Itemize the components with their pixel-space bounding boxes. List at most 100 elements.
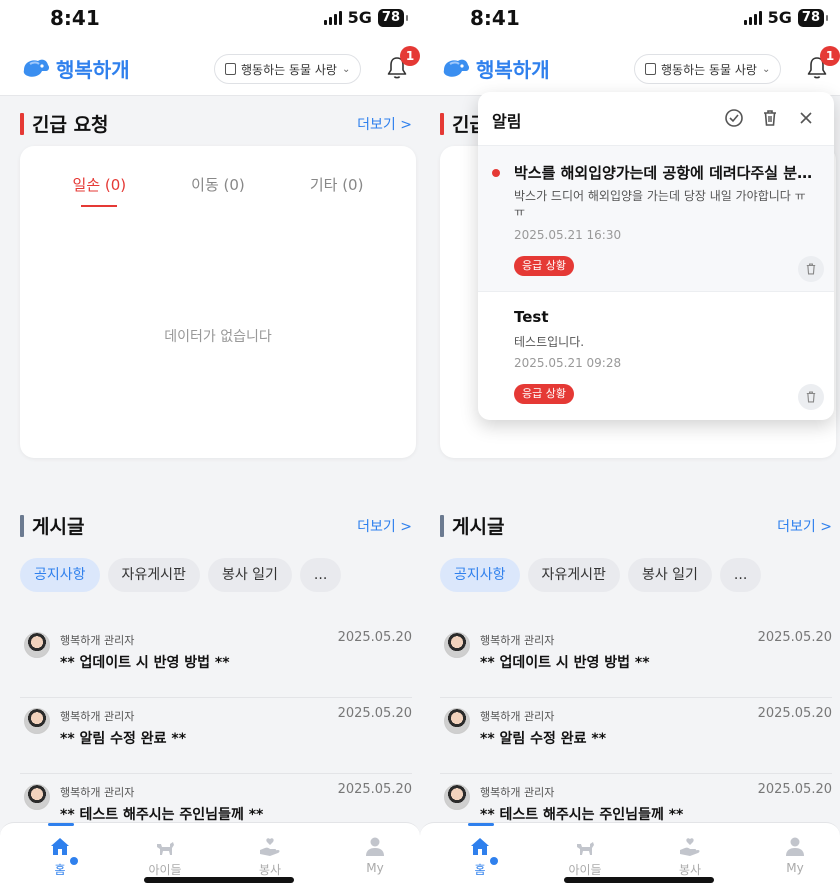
organization-select[interactable]: 행동하는 동물 사랑 ⌄ — [214, 54, 362, 84]
posts-title-text: 게시글 — [452, 516, 505, 538]
delete-notification-button[interactable] — [798, 256, 824, 282]
tab-labor[interactable]: 일손 (0) — [73, 174, 127, 207]
post-title: ** 테스트 해주시는 주인님들께 ** — [60, 807, 264, 823]
delete-notification-button[interactable] — [798, 384, 824, 410]
posts-section-title: 게시글 — [440, 512, 504, 539]
close-icon — [800, 112, 812, 124]
post-author: 행복하개 관리자 — [60, 786, 135, 799]
chip-free-board[interactable]: 자유게시판 — [107, 558, 200, 592]
close-panel-button[interactable] — [796, 108, 816, 128]
dog-icon — [157, 842, 174, 855]
notification-item[interactable]: 박스를 해외입양가는데 공항에 데려다주실 분이 계신가요 박스가 드디어 해외… — [478, 146, 834, 292]
nav-my-label: My — [366, 861, 384, 875]
status-bar: 8:41 5G 78 — [0, 0, 420, 40]
screens: 8:41 5G 78 행복하개 행동하는 동물 사랑 ⌄ 1 긴급 요청 더보기… — [0, 0, 840, 891]
section-marker — [440, 112, 444, 135]
posts-more-link[interactable]: 더보기 > — [357, 516, 412, 536]
tab-other[interactable]: 기타 (0) — [310, 174, 364, 207]
chip-more[interactable]: ... — [299, 558, 342, 592]
emergency-tag: 응급 상황 — [514, 256, 574, 276]
dog-logo-icon — [23, 59, 50, 77]
nav-active-indicator — [48, 823, 74, 826]
empty-state-text: 데이터가 없습니다 — [164, 329, 272, 345]
person-icon — [786, 837, 804, 856]
notification-time: 2025.05.21 09:28 — [514, 356, 622, 370]
organization-select-label: 행동하는 동물 사랑 — [661, 62, 757, 77]
trash-icon — [764, 110, 776, 126]
battery-icon: 78 — [797, 8, 829, 27]
nav-home[interactable]: 홈 — [20, 835, 100, 878]
nav-my[interactable]: My — [335, 835, 415, 875]
post-category-chips: 공지사항 자유게시판 봉사 일기 ... — [20, 558, 342, 592]
avatar — [24, 784, 50, 810]
emergency-section-title: 긴급 요청 — [20, 110, 109, 137]
chip-free-board[interactable]: 자유게시판 — [527, 558, 620, 592]
nav-home[interactable]: 홈 — [440, 835, 520, 878]
home-icon — [51, 838, 69, 855]
nav-my[interactable]: My — [755, 835, 835, 875]
posts-section-title: 게시글 — [20, 512, 84, 539]
nav-volunteer[interactable]: 봉사 — [650, 835, 730, 878]
post-item[interactable]: 행복하개 관리자 2025.05.20 ** 알림 수정 완료 ** — [20, 698, 412, 774]
tab-transport[interactable]: 이동 (0) — [191, 174, 245, 207]
nav-animals[interactable]: 아이들 — [125, 835, 205, 878]
check-circle-icon — [725, 109, 743, 127]
post-category-chips: 공지사항 자유게시판 봉사 일기 ... — [440, 558, 762, 592]
home-screen-left: 8:41 5G 78 행복하개 행동하는 동물 사랑 ⌄ 1 긴급 요청 더보기… — [0, 0, 420, 891]
emergency-card: 일손 (0) 이동 (0) 기타 (0) 데이터가 없습니다 — [20, 146, 416, 458]
notification-badge: 1 — [820, 46, 840, 66]
app-logo[interactable]: 행복하개 — [440, 54, 550, 83]
chip-volunteer-diary[interactable]: 봉사 일기 — [207, 558, 292, 592]
post-date: 2025.05.20 — [757, 782, 832, 797]
hand-heart-icon — [260, 838, 280, 856]
section-marker — [440, 514, 444, 537]
avatar — [444, 632, 470, 658]
chip-more[interactable]: ... — [719, 558, 762, 592]
post-date: 2025.05.20 — [757, 706, 832, 721]
post-item[interactable]: 행복하개 관리자 2025.05.20 ** 알림 수정 완료 ** — [440, 698, 832, 774]
post-author: 행복하개 관리자 — [480, 786, 555, 799]
section-marker — [20, 112, 24, 135]
post-title: ** 업데이트 시 반영 방법 ** — [480, 655, 650, 671]
post-author: 행복하개 관리자 — [60, 634, 135, 647]
mark-all-read-button[interactable] — [724, 108, 744, 128]
post-date: 2025.05.20 — [337, 706, 412, 721]
notification-time: 2025.05.21 16:30 — [514, 228, 622, 242]
notification-panel: 알림 박스를 해외입양가는데 공항에 데려다주실 분이 계신가요 박스가 드디어… — [478, 92, 834, 420]
emergency-title-text: 긴급 요청 — [32, 114, 109, 136]
post-title: ** 업데이트 시 반영 방법 ** — [60, 655, 230, 671]
status-time: 8:41 — [470, 6, 520, 30]
post-item[interactable]: 행복하개 관리자 2025.05.20 ** 업데이트 시 반영 방법 ** — [440, 622, 832, 698]
home-indicator — [144, 877, 294, 883]
post-author: 행복하개 관리자 — [60, 710, 135, 723]
network-label: 5G — [767, 8, 792, 27]
emergency-tag: 응급 상황 — [514, 384, 574, 404]
chip-notice[interactable]: 공지사항 — [20, 558, 100, 592]
delete-all-button[interactable] — [760, 108, 780, 128]
nav-animals[interactable]: 아이들 — [545, 835, 625, 878]
app-logo[interactable]: 행복하개 — [20, 54, 130, 83]
chip-notice[interactable]: 공지사항 — [440, 558, 520, 592]
notification-item[interactable]: Test 테스트입니다. 2025.05.21 09:28 응급 상황 — [478, 292, 834, 420]
posts-title-text: 게시글 — [32, 516, 85, 538]
post-item[interactable]: 행복하개 관리자 2025.05.20 ** 업데이트 시 반영 방법 ** — [20, 622, 412, 698]
document-icon — [645, 63, 656, 75]
notification-body: 박스가 드디어 해외입양을 가는데 당장 내일 가야합니다 ㅠㅠ — [514, 189, 806, 219]
notification-bell-button[interactable]: 1 — [386, 46, 420, 82]
emergency-more-link[interactable]: 더보기 > — [357, 114, 412, 134]
post-date: 2025.05.20 — [337, 782, 412, 797]
notification-bell-button[interactable]: 1 — [806, 46, 840, 82]
notification-panel-title: 알림 — [492, 112, 522, 131]
signal-icon — [323, 10, 342, 25]
chip-volunteer-diary[interactable]: 봉사 일기 — [627, 558, 712, 592]
avatar — [444, 784, 470, 810]
post-author: 행복하개 관리자 — [480, 634, 555, 647]
organization-select-label: 행동하는 동물 사랑 — [241, 62, 337, 77]
post-date: 2025.05.20 — [757, 630, 832, 645]
network-label: 5G — [347, 8, 372, 27]
nav-volunteer[interactable]: 봉사 — [230, 835, 310, 878]
app-logo-text: 행복하개 — [476, 58, 550, 82]
app-header: 행복하개 행동하는 동물 사랑 ⌄ 1 — [0, 40, 420, 96]
posts-more-link[interactable]: 더보기 > — [777, 516, 832, 536]
organization-select[interactable]: 행동하는 동물 사랑 ⌄ — [634, 54, 782, 84]
